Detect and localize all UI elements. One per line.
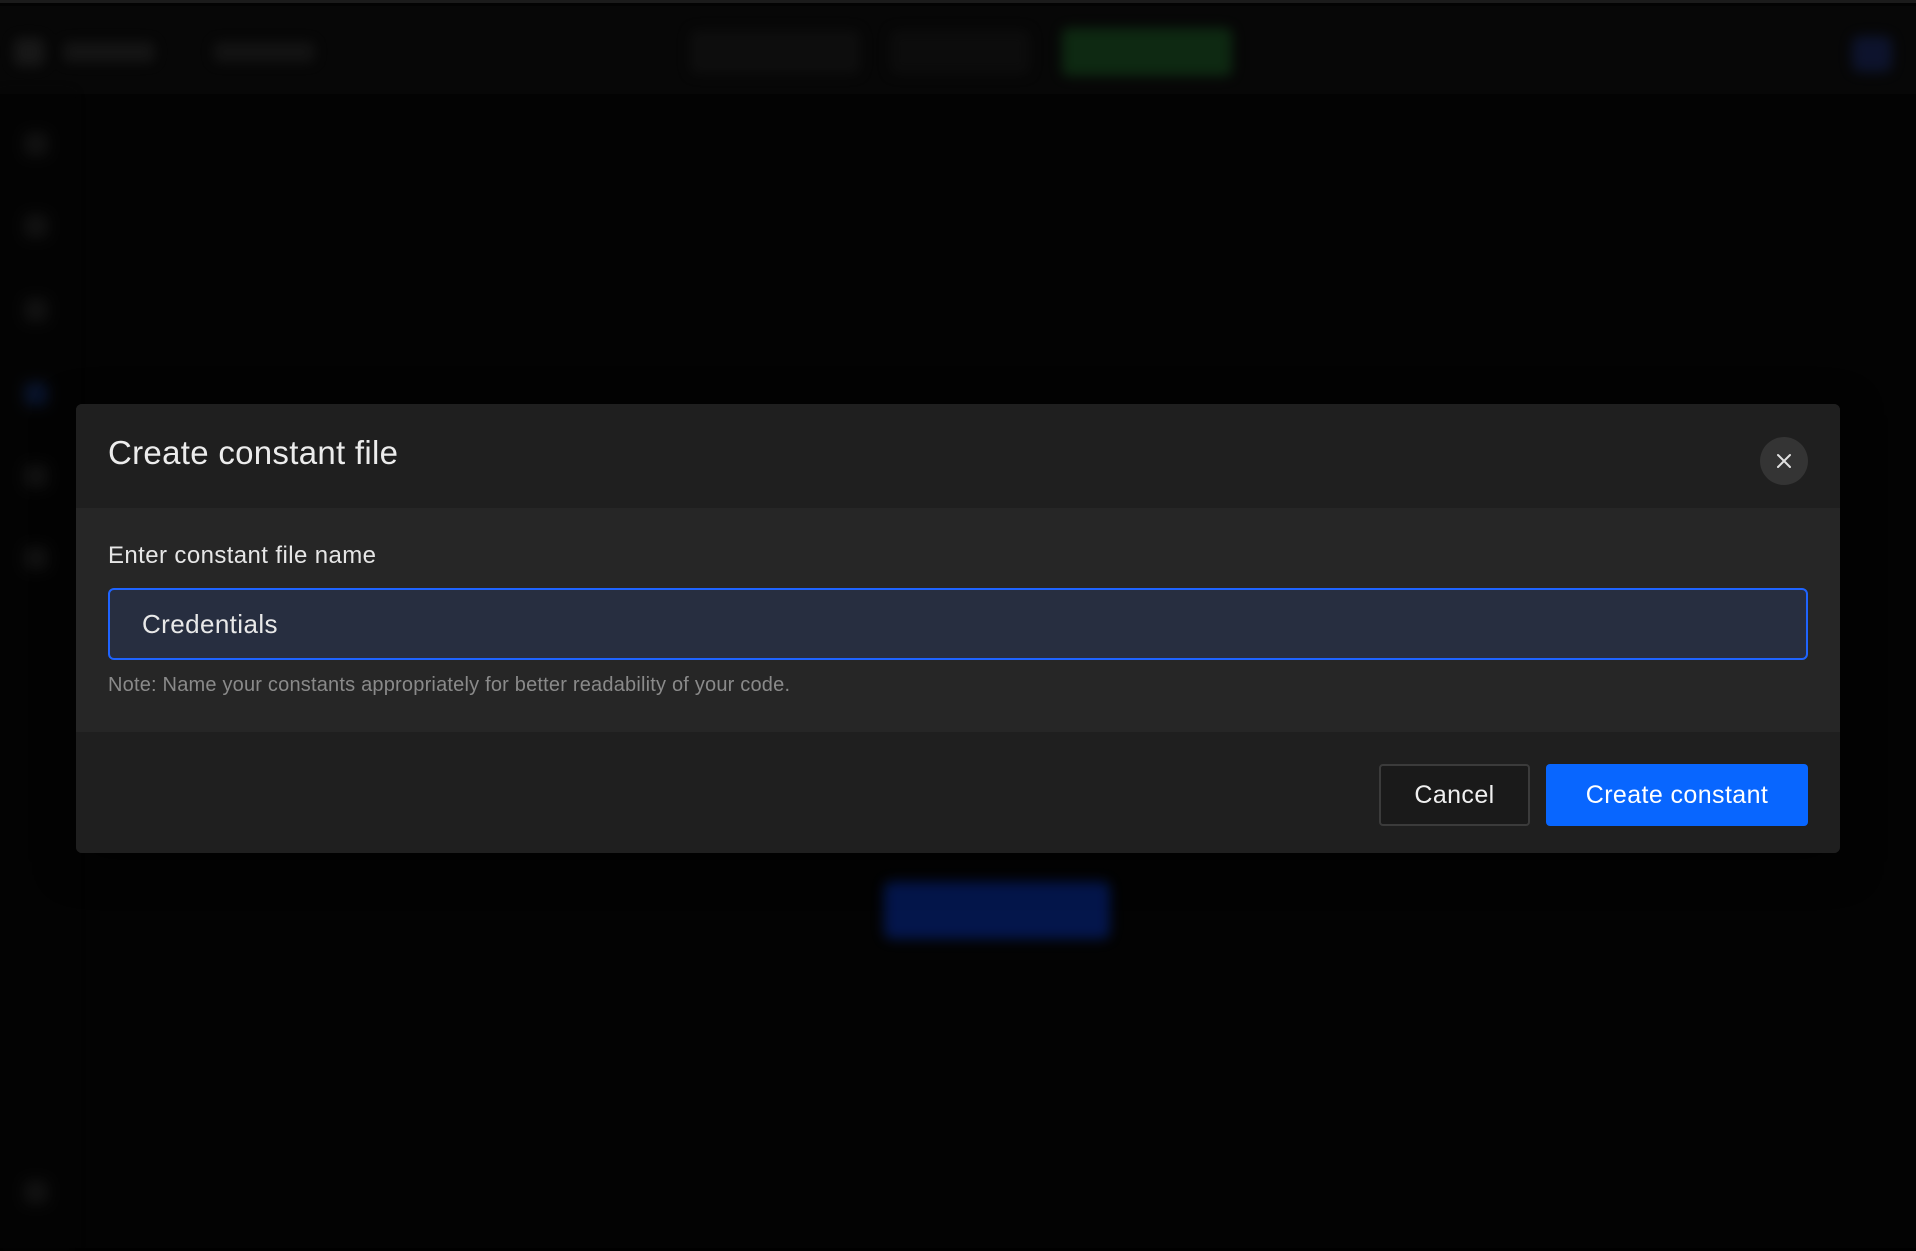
- close-icon: [1777, 454, 1791, 468]
- cancel-button[interactable]: Cancel: [1379, 764, 1530, 826]
- helper-note: Note: Name your constants appropriately …: [108, 674, 791, 696]
- close-button[interactable]: [1760, 437, 1808, 485]
- create-constant-dialog: Create constant file Enter constant file…: [76, 404, 1840, 853]
- create-constant-button[interactable]: Create constant: [1546, 764, 1808, 826]
- dialog-body: Enter constant file name Note: Name your…: [76, 508, 1840, 732]
- file-name-label: Enter constant file name: [108, 542, 377, 569]
- dialog-footer: Cancel Create constant: [76, 732, 1840, 853]
- constant-file-name-input[interactable]: [108, 588, 1808, 660]
- dialog-title: Create constant file: [108, 434, 399, 471]
- dialog-header: Create constant file: [76, 404, 1840, 508]
